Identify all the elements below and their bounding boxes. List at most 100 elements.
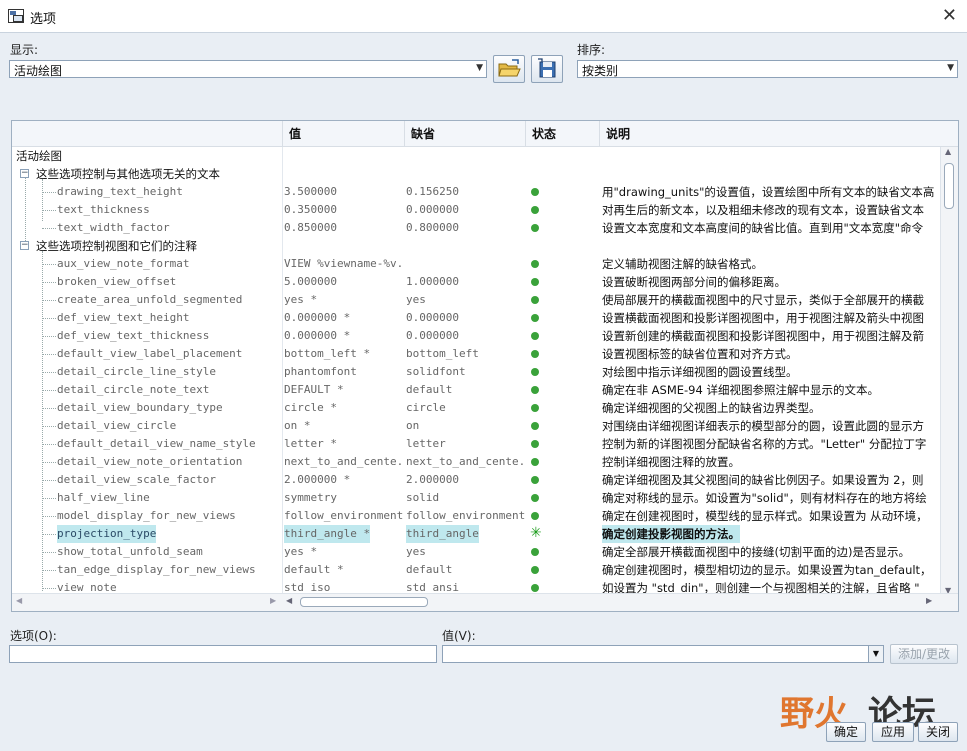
collapse-icon[interactable]: − (20, 241, 29, 250)
close-icon[interactable]: ✕ (942, 5, 957, 26)
status-dot-icon (531, 296, 539, 304)
option-description: 设置文本宽度和文本高度间的缺省比值。直到用"文本宽度"命令 (602, 221, 924, 235)
vertical-scroll-thumb[interactable] (944, 163, 954, 209)
table-row[interactable]: tan_edge_display_for_new_views default * d… (12, 561, 958, 579)
column-header-status[interactable]: 状态 (526, 121, 600, 147)
table-row[interactable]: model_display_for_new_views follow_enviro… (12, 507, 958, 525)
add-change-button[interactable]: 添加/更改 (890, 644, 958, 664)
tree-group-view-options[interactable]: − 这些选项控制视图和它们的注释 (12, 237, 958, 255)
close-button[interactable]: 关闭 (918, 722, 958, 742)
status-dot-icon (531, 314, 539, 322)
scroll-right-icon[interactable]: ▶ (270, 596, 276, 605)
window-title: 选项 (30, 12, 57, 27)
table-row[interactable]: half_view_line symmetry solid 确定对称线的显示。如设置为… (12, 489, 958, 507)
option-value: yes * (284, 545, 318, 558)
option-default: yes (406, 545, 426, 558)
option-value: 3.500000 (284, 185, 337, 198)
tree-group-text-options[interactable]: − 这些选项控制与其他选项无关的文本 (12, 165, 958, 183)
option-name: aux_view_note_format (57, 257, 190, 270)
value-input[interactable]: ▼ (442, 645, 884, 663)
sort-value: 按类别 (582, 64, 619, 78)
column-header-name[interactable] (12, 121, 283, 147)
option-name: half_view_line (57, 491, 150, 504)
option-description: 确定在创建视图时，模型线的显示样式。如果设置为 从动环境， (602, 509, 928, 523)
display-dropdown[interactable]: 活动绘图 ▼ (9, 60, 487, 78)
option-value: 2.000000 * (284, 473, 351, 486)
tree-root[interactable]: 活动绘图 (12, 147, 958, 165)
option-value: next_to_and_cente... (284, 455, 404, 468)
status-dot-icon (531, 476, 539, 484)
status-dot-icon (531, 404, 539, 412)
apply-button[interactable]: 应用 (872, 722, 914, 742)
save-config-button[interactable] (531, 55, 563, 83)
option-description: 确定详细视图及其父视图间的缺省比例因子。如果设置为 2，则 (602, 473, 924, 487)
column-header-default[interactable]: 缺省 (405, 121, 526, 147)
horizontal-scroll-thumb[interactable] (300, 597, 428, 607)
table-row[interactable]: detail_view_circle on * on 对围绕由详细视图详细表示的模型部… (12, 417, 958, 435)
option-input[interactable] (9, 645, 437, 663)
column-header-value[interactable]: 值 (283, 121, 405, 147)
option-description: 确定全部展开横截面视图中的接缝(切割平面的边)是否显示。 (602, 545, 910, 559)
option-description: 确定在非 ASME-94 详细视图参照注解中显示的文本。 (602, 383, 879, 397)
option-name: model_display_for_new_views (57, 509, 236, 522)
option-default: 0.000000 (406, 203, 459, 216)
status-dot-icon (531, 224, 539, 232)
scroll-left-icon[interactable]: ◀ (16, 596, 22, 605)
table-row[interactable]: broken_view_offset 5.000000 1.000000 设置破断视图… (12, 273, 958, 291)
chevron-down-icon[interactable]: ▼ (868, 646, 883, 662)
status-dot-icon (531, 584, 539, 592)
option-value: symmetry (284, 491, 337, 504)
table-row[interactable]: def_view_text_height 0.000000 * 0.000000 设置… (12, 309, 958, 327)
option-default: yes (406, 293, 426, 306)
scroll-up-icon[interactable]: ▲ (945, 147, 951, 156)
column-header-description[interactable]: 说明 (600, 121, 958, 147)
horizontal-scrollbar[interactable]: ◀ ▶ ◀ ▶ (12, 593, 958, 611)
table-row[interactable]: aux_view_note_format VIEW %viewname-%v...… (12, 255, 958, 273)
collapse-icon[interactable]: − (20, 169, 29, 178)
option-default: 0.156250 (406, 185, 459, 198)
table-row[interactable]: projection_type third_angle * third_angle ✳… (12, 525, 958, 543)
table-row[interactable]: detail_view_scale_factor 2.000000 * 2.0000… (12, 471, 958, 489)
status-dot-icon (531, 386, 539, 394)
option-default: 1.000000 (406, 275, 459, 288)
option-value: follow_environment * (284, 509, 404, 522)
option-default: third_angle (406, 525, 479, 543)
table-row[interactable]: show_total_unfold_seam yes * yes 确定全部展开横截面视… (12, 543, 958, 561)
table-row[interactable]: detail_view_boundary_type circle * circle 确… (12, 399, 958, 417)
open-config-button[interactable] (493, 55, 525, 83)
table-row[interactable]: default_detail_view_name_style letter * le… (12, 435, 958, 453)
option-default: 2.000000 (406, 473, 459, 486)
table-row[interactable]: default_view_label_placement bottom_left … (12, 345, 958, 363)
status-dot-icon (531, 440, 539, 448)
ok-button[interactable]: 确定 (826, 722, 866, 742)
scroll-right-icon[interactable]: ▶ (926, 596, 932, 605)
save-disk-icon (538, 58, 556, 78)
status-dot-icon (531, 332, 539, 340)
option-value: phantomfont (284, 365, 357, 378)
table-row[interactable]: detail_circle_line_style phantomfont solid… (12, 363, 958, 381)
vertical-scrollbar[interactable]: ▲ ▼ (940, 147, 958, 595)
scroll-left-icon[interactable]: ◀ (286, 596, 292, 605)
title-bar: 选项 ✕ (0, 0, 967, 33)
table-row[interactable]: detail_circle_note_text DEFAULT * default 确… (12, 381, 958, 399)
folder-open-icon (498, 59, 521, 77)
option-name: tan_edge_display_for_new_views (57, 563, 256, 576)
table-row[interactable]: detail_view_note_orientation next_to_and_… (12, 453, 958, 471)
table-row[interactable]: drawing_text_height 3.500000 0.156250 用"dra… (12, 183, 958, 201)
option-name: detail_circle_note_text (57, 383, 210, 396)
table-row[interactable]: def_view_text_thickness 0.000000 * 0.00000… (12, 327, 958, 345)
status-active-icon: ✳ (530, 525, 542, 541)
option-default: bottom_left (406, 347, 479, 360)
option-description: 设置视图标签的缺省位置和对齐方式。 (602, 347, 798, 361)
status-dot-icon (531, 566, 539, 574)
option-value: default * (284, 563, 344, 576)
option-default: circle (406, 401, 446, 414)
table-row[interactable]: text_width_factor 0.850000 0.800000 设置文本宽度和… (12, 219, 958, 237)
options-app-icon (8, 9, 24, 23)
value-field-label: 值(V): (442, 629, 476, 643)
group-label: 这些选项控制视图和它们的注释 (36, 239, 197, 253)
table-row[interactable]: text_thickness 0.350000 0.000000 对再生后的新文本，以… (12, 201, 958, 219)
table-row[interactable]: create_area_unfold_segmented yes * yes 使局部展… (12, 291, 958, 309)
sort-dropdown[interactable]: 按类别 ▼ (577, 60, 958, 78)
option-name: default_detail_view_name_style (57, 437, 256, 450)
